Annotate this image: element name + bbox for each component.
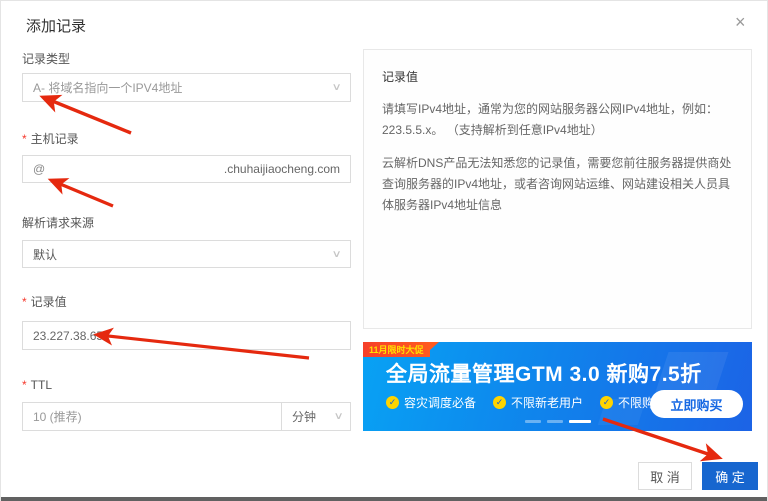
required-asterisk: * <box>22 132 27 146</box>
chevron-down-icon: ∨ <box>331 248 342 260</box>
close-icon[interactable]: × <box>735 13 746 31</box>
carousel-dot[interactable] <box>546 420 563 423</box>
resolution-source-label: 解析请求来源 <box>22 216 95 230</box>
record-type-select[interactable]: A- 将域名指向一个IPV4地址 ∨ <box>22 73 351 102</box>
host-record-label-text: 主机记录 <box>30 132 79 146</box>
promo-title: 全局流量管理GTM 3.0 新购7.5折 <box>386 363 702 386</box>
record-value-label: * 记录值 <box>22 293 67 310</box>
required-asterisk: * <box>22 378 27 392</box>
record-type-label: 记录类型 <box>22 52 71 66</box>
window-bottom-edge <box>1 497 767 501</box>
feature-item: ✓ 不限新老用户 <box>493 394 583 411</box>
promo-ribbon: 11月限时大促 <box>363 342 439 357</box>
flame-icon <box>429 342 439 357</box>
record-value-input[interactable]: 23.227.38.65 <box>22 321 351 350</box>
chevron-down-icon: ∨ <box>331 82 342 93</box>
record-type-value: A- 将域名指向一个IPV4地址 <box>33 81 183 95</box>
check-icon: ✓ <box>386 396 399 409</box>
check-icon: ✓ <box>600 396 614 409</box>
feature-label: 不限新老用户 <box>511 396 584 410</box>
ttl-unit-select[interactable]: 分钟 ∨ <box>281 402 351 431</box>
chevron-down-icon: ∨ <box>333 411 344 422</box>
host-record-value: @ <box>33 162 46 176</box>
arrow-host-record <box>47 178 114 208</box>
buy-now-button[interactable]: 立即购买 <box>650 390 743 418</box>
carousel-dot-active[interactable] <box>568 420 591 423</box>
ttl-unit-value: 分钟 <box>292 410 317 424</box>
ttl-label-text: TTL <box>30 378 53 392</box>
ttl-value: 10 (推荐) <box>33 410 82 424</box>
ttl-input[interactable]: 10 (推荐) <box>22 402 282 431</box>
required-asterisk: * <box>22 295 27 309</box>
ttl-label: * TTL <box>22 378 52 392</box>
help-panel: 记录值 请填写IPv4地址，通常为您的网站服务器公网IPv4地址，例如：223.… <box>363 49 752 329</box>
resolution-source-select[interactable]: 默认 ∨ <box>22 240 351 268</box>
resolution-source-value: 默认 <box>33 247 58 262</box>
domain-suffix: .chuhaijiaocheng.com <box>223 162 340 176</box>
carousel-dots[interactable] <box>524 420 591 423</box>
page-title: 添加记录 <box>26 18 87 35</box>
promo-ribbon-text: 11月限时大促 <box>369 345 424 355</box>
arrow-record-type <box>39 94 132 135</box>
confirm-button[interactable]: 确 定 <box>702 462 758 490</box>
record-value-label-text: 记录值 <box>30 295 67 309</box>
help-paragraph-2: 云解析DNS产品无法知悉您的记录值，需要您前往服务器提供商处查询服务器的IPv4… <box>382 156 732 212</box>
help-panel-title: 记录值 <box>382 70 419 84</box>
help-paragraph-1: 请填写IPv4地址，通常为您的网站服务器公网IPv4地址，例如：223.5.5.… <box>382 102 719 137</box>
host-record-label: * 主机记录 <box>22 130 79 147</box>
check-icon: ✓ <box>493 396 507 409</box>
feature-label: 容灾调度必备 <box>404 396 477 410</box>
ttl-row: 10 (推荐) 分钟 ∨ <box>22 402 351 431</box>
feature-item: ✓ 容灾调度必备 <box>386 394 476 411</box>
carousel-dot[interactable] <box>524 420 541 423</box>
host-record-input[interactable]: @ .chuhaijiaocheng.com <box>22 155 351 183</box>
record-value-text: 23.227.38.65 <box>33 328 104 343</box>
promo-features: ✓ 容灾调度必备 ✓ 不限新老用户 ✓ 不限购买时长 <box>386 394 690 411</box>
cancel-button[interactable]: 取 消 <box>638 462 692 490</box>
promo-banner[interactable]: 11月限时大促 全局流量管理GTM 3.0 新购7.5折 ✓ 容灾调度必备 ✓ … <box>363 342 752 431</box>
add-record-dialog: 添加记录 × 记录类型 A- 将域名指向一个IPV4地址 ∨ * 主机记录 @ .… <box>0 0 768 501</box>
